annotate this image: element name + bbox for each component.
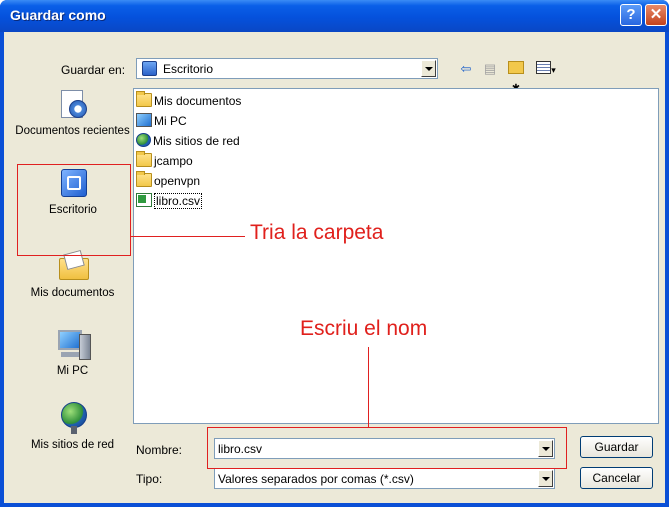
name-annotation-line [368,347,369,427]
folder-annotation-line [131,236,245,237]
close-icon: ✕ [649,6,663,23]
list-item[interactable]: Mi PC [136,112,187,130]
desktop-icon [142,61,157,76]
chevron-down-icon[interactable] [538,470,553,487]
file-name: Mi PC [154,114,187,128]
file-name: jcampo [154,154,193,168]
up-folder-icon[interactable]: ▤ [480,59,500,79]
list-item[interactable]: Mis documentos [136,91,242,110]
place-label: Documentos recientes [15,125,130,137]
chevron-down-icon[interactable] [421,60,436,77]
back-arrow-icon[interactable]: ⇦ [456,59,476,79]
my-computer-icon [55,328,91,362]
place-label: Mi PC [56,365,89,377]
file-type-value: Valores separados por comas (*.csv) [218,472,414,486]
places-bar: Documentos recientes Escritorio Mis docu… [15,80,130,463]
folder-icon [136,171,152,187]
folder-icon [136,151,152,167]
save-in-label: Guardar en: [61,63,126,77]
list-item[interactable]: openvpn [136,171,201,190]
file-type-select[interactable]: Valores separados por comas (*.csv) [214,468,555,489]
list-item[interactable]: Mis sitios de red [136,132,240,150]
help-icon: ? [626,6,636,23]
save-in-value: Escritorio [163,62,214,76]
name-annotation: Escriu el nom [300,317,428,340]
file-name: Mis sitios de red [153,134,240,148]
cancel-button[interactable]: Cancelar [580,467,653,489]
desktop-highlight-box [17,164,131,256]
name-highlight-box [207,427,567,469]
close-button[interactable]: ✕ [645,4,667,26]
window-title: Guardar como [10,7,106,23]
save-button[interactable]: Guardar [580,436,653,458]
file-list[interactable]: Mis documentos Mi PC Mis sitios de red j… [133,88,659,424]
place-my-documents[interactable]: Mis documentos [15,249,130,300]
title-bar[interactable]: Guardar como ? ✕ [0,0,669,32]
list-item[interactable]: jcampo [136,151,193,170]
place-recent-documents[interactable]: Documentos recientes [15,88,130,138]
new-folder-icon[interactable]: ✱ [505,59,527,94]
help-button[interactable]: ? [620,4,642,26]
place-label: Mis documentos [30,287,115,299]
network-places-icon [55,402,91,436]
place-label: Mis sitios de red [30,439,115,451]
folder-icon [136,91,152,107]
computer-icon [136,113,152,127]
recent-documents-icon [55,88,91,122]
list-item[interactable]: libro.csv [136,192,203,210]
folder-annotation: Tria la carpeta [250,221,384,244]
file-name: openvpn [154,174,201,188]
file-type-label: Tipo: [136,472,163,486]
excel-file-icon [136,193,152,207]
view-menu-icon[interactable]: ▾ [531,59,561,79]
file-name-label: Nombre: [136,443,183,457]
file-name: Mis documentos [154,94,242,108]
place-my-computer[interactable]: Mi PC [15,328,130,378]
save-in-combo[interactable]: Escritorio [136,58,438,79]
network-icon [136,133,151,147]
file-name: libro.csv [154,193,203,209]
place-network[interactable]: Mis sitios de red [15,402,130,452]
